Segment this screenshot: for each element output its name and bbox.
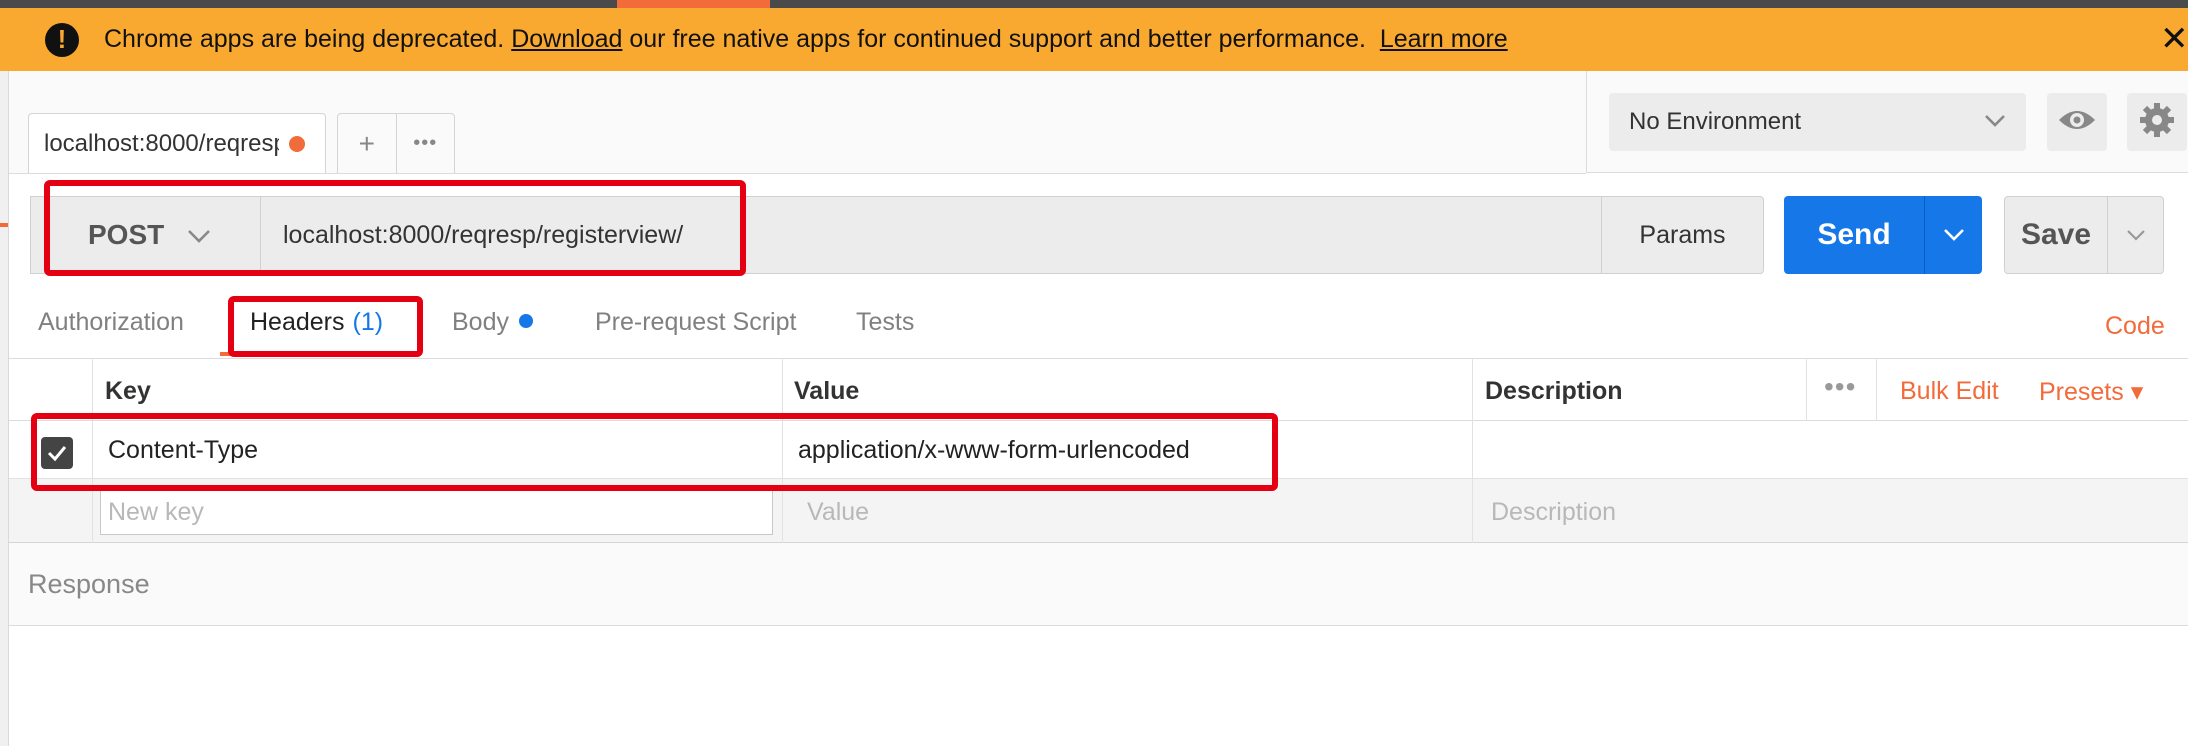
save-dropdown-button[interactable] bbox=[2108, 197, 2163, 273]
save-button[interactable]: Save bbox=[2004, 196, 2164, 274]
gutter-active-marker bbox=[0, 223, 8, 227]
warning-icon: ! bbox=[45, 22, 79, 57]
body-indicator-dot bbox=[518, 314, 533, 329]
annotation-highlight-headers-tab bbox=[228, 296, 423, 357]
response-panel: Response bbox=[9, 543, 2188, 626]
send-dropdown-button[interactable] bbox=[1925, 196, 1982, 274]
left-gutter bbox=[0, 71, 9, 746]
banner-text-before: Chrome apps are being deprecated. bbox=[104, 25, 505, 53]
deprecation-banner: ! Chrome apps are being deprecated. Down… bbox=[0, 8, 2188, 71]
tab-authorization[interactable]: Authorization bbox=[38, 308, 184, 337]
table-more-button[interactable]: ••• bbox=[1824, 371, 1856, 403]
request-tab[interactable]: localhost:8000/reqresp/registerview/ bbox=[28, 113, 326, 173]
column-description: Description bbox=[1485, 377, 1623, 405]
params-button[interactable]: Params bbox=[1601, 196, 1764, 274]
headers-table-header: Key Value Description ••• Bulk Edit Pres… bbox=[9, 358, 2188, 421]
chevron-down-icon bbox=[1943, 229, 1964, 241]
annotation-highlight-url bbox=[44, 180, 746, 276]
tab-actions: + ••• bbox=[337, 113, 455, 173]
unsaved-dot-icon bbox=[289, 135, 305, 152]
save-label[interactable]: Save bbox=[2005, 197, 2108, 273]
environment-selected: No Environment bbox=[1629, 108, 1802, 135]
new-value-input[interactable]: Value bbox=[807, 498, 869, 527]
bulk-edit-link[interactable]: Bulk Edit bbox=[1900, 377, 1999, 406]
new-key-input[interactable]: New key bbox=[100, 488, 773, 535]
environment-select[interactable]: No Environment bbox=[1609, 93, 2026, 151]
add-tab-button[interactable]: + bbox=[338, 114, 397, 173]
tab-prerequest-script[interactable]: Pre-request Script bbox=[595, 308, 796, 337]
column-key: Key bbox=[105, 377, 151, 405]
download-link[interactable]: Download bbox=[511, 25, 622, 54]
settings-button[interactable] bbox=[2127, 93, 2187, 151]
code-link[interactable]: Code bbox=[2105, 312, 2165, 341]
send-button[interactable]: Send bbox=[1784, 196, 1982, 274]
gear-icon bbox=[2138, 101, 2176, 144]
banner-text-after: our free native apps for continued suppo… bbox=[629, 25, 1366, 53]
environment-quick-look-button[interactable] bbox=[2047, 93, 2107, 151]
tab-body[interactable]: Body bbox=[452, 308, 533, 337]
close-icon[interactable]: ✕ bbox=[2160, 22, 2188, 56]
window-top-strip bbox=[0, 0, 2188, 8]
new-key-placeholder: New key bbox=[108, 498, 204, 526]
active-window-indicator bbox=[617, 0, 770, 8]
response-label: Response bbox=[28, 569, 150, 599]
column-divider bbox=[1806, 358, 1807, 421]
column-value: Value bbox=[794, 377, 860, 405]
new-description-input[interactable]: Description bbox=[1491, 498, 1616, 527]
chevron-down-icon bbox=[2126, 230, 2145, 241]
send-label[interactable]: Send bbox=[1784, 196, 1925, 274]
tab-body-label: Body bbox=[452, 308, 509, 336]
presets-dropdown[interactable]: Presets ▾ bbox=[2039, 377, 2143, 407]
chevron-down-icon bbox=[1982, 107, 2008, 140]
more-tabs-button[interactable]: ••• bbox=[397, 114, 455, 173]
column-divider bbox=[1876, 358, 1877, 421]
learn-more-link[interactable]: Learn more bbox=[1380, 25, 1508, 54]
tab-tests[interactable]: Tests bbox=[856, 308, 914, 337]
column-divider bbox=[1472, 358, 1473, 543]
annotation-highlight-header-row bbox=[31, 413, 1278, 491]
eye-icon bbox=[2057, 106, 2097, 139]
request-tab-label: localhost:8000/reqresp/registerview/ bbox=[44, 129, 279, 157]
